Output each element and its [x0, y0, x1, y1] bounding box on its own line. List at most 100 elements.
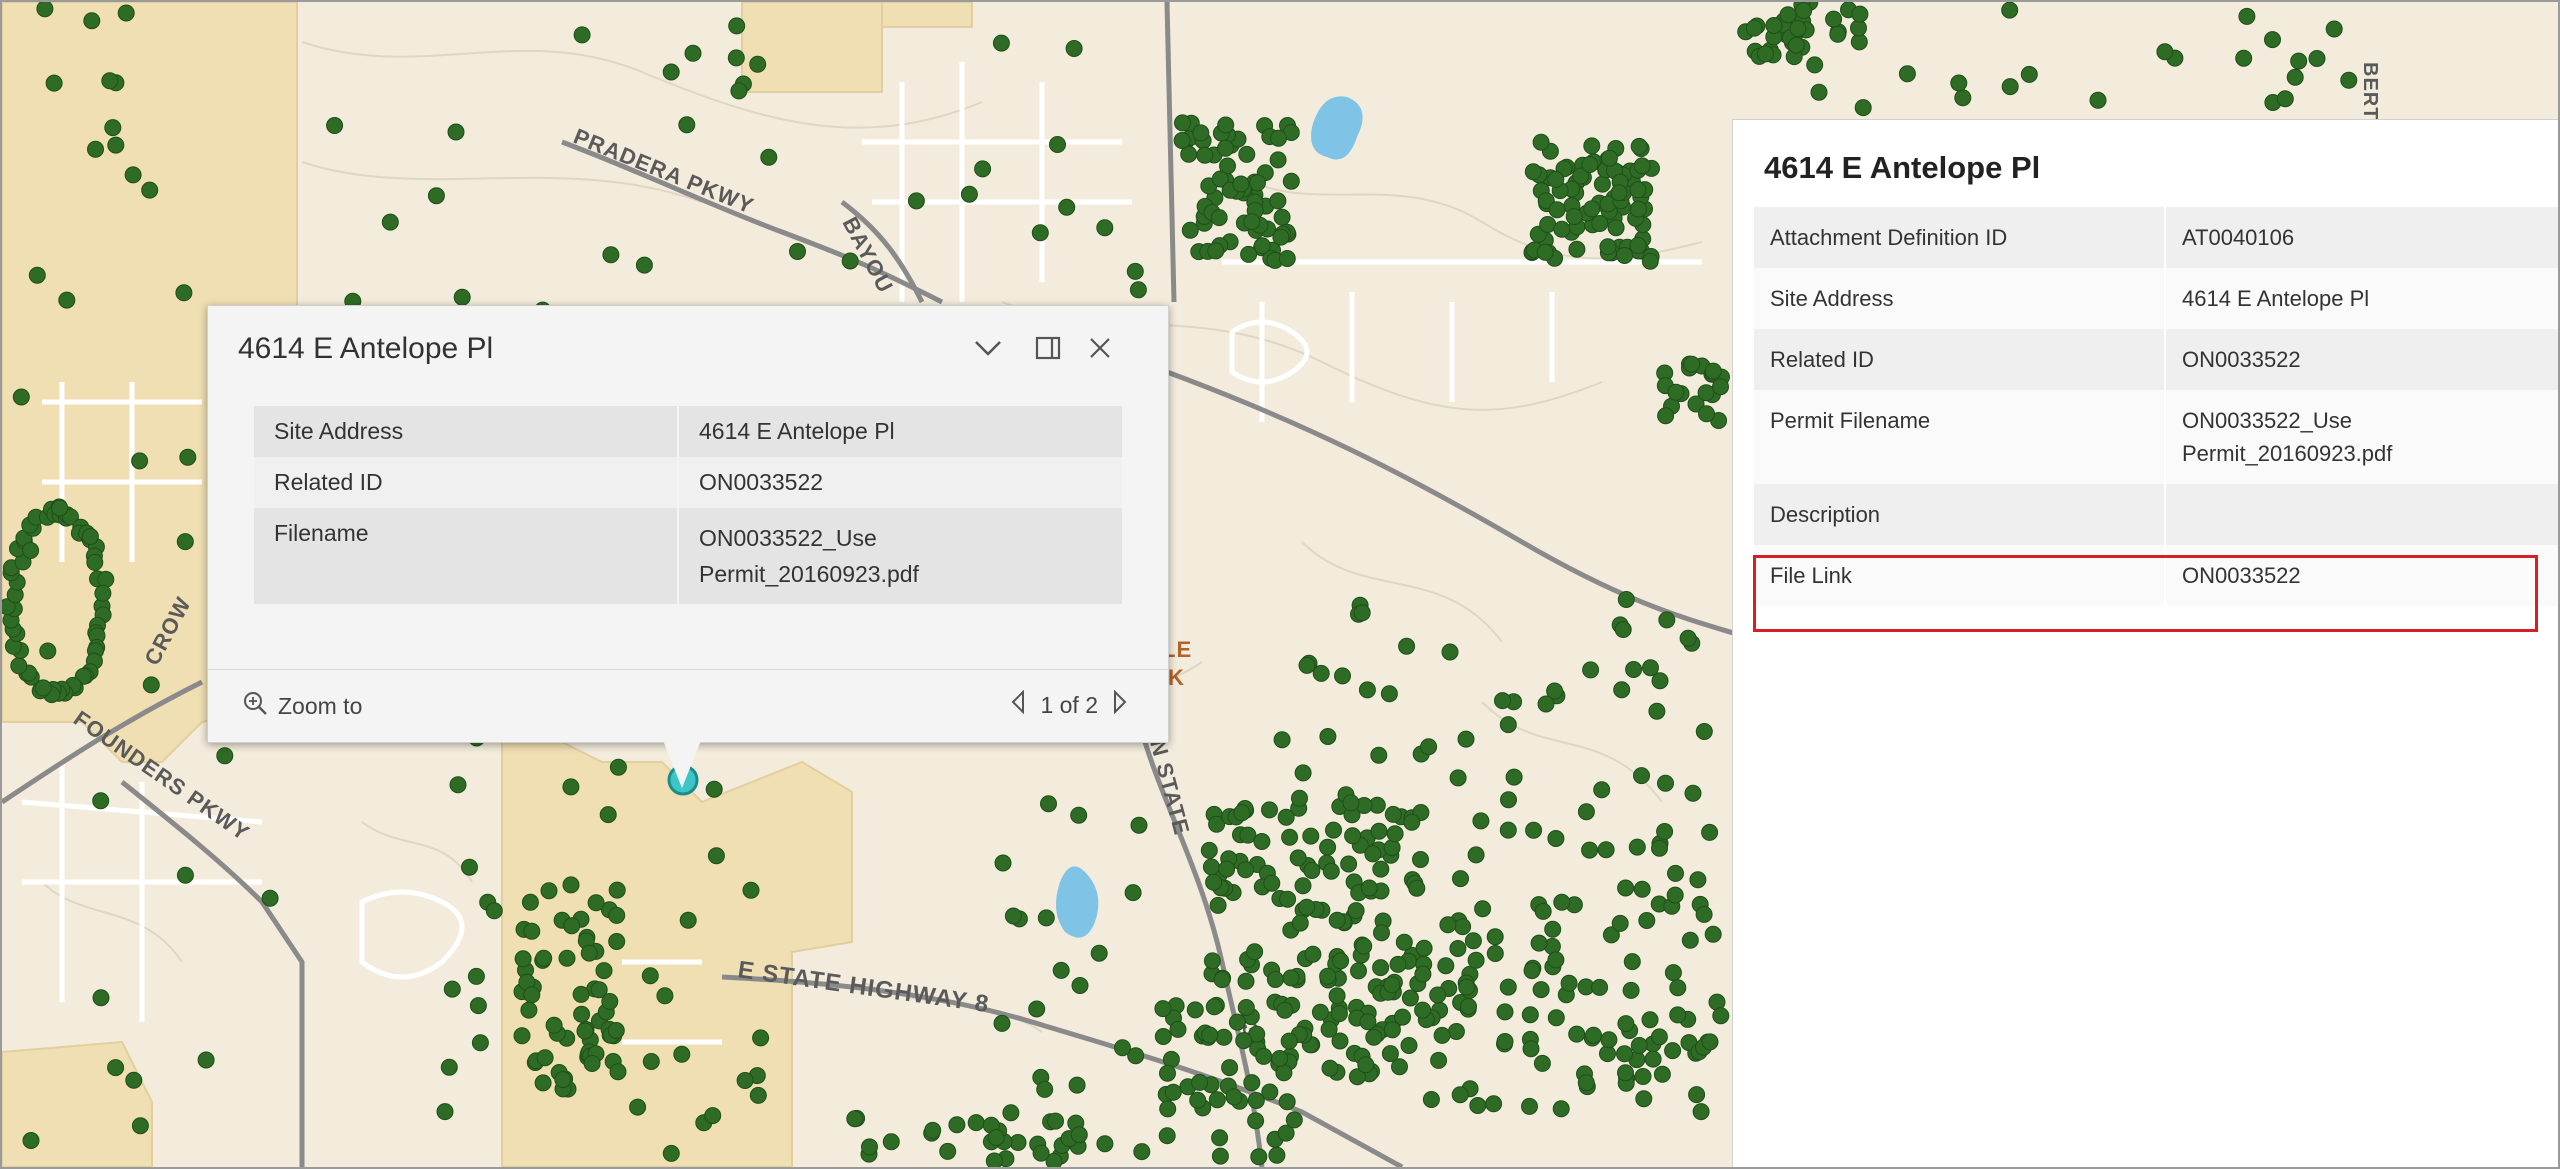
permit-point[interactable] — [1090, 944, 1108, 962]
permit-point[interactable] — [1217, 116, 1235, 134]
permit-point[interactable] — [1189, 1091, 1207, 1109]
permit-point[interactable] — [1209, 896, 1227, 914]
permit-point[interactable] — [1494, 692, 1511, 710]
permit-point[interactable] — [1641, 1011, 1659, 1029]
permit-point[interactable] — [1325, 821, 1342, 839]
permit-point[interactable] — [1328, 911, 1346, 929]
permit-point[interactable] — [1282, 969, 1300, 987]
permit-point[interactable] — [449, 776, 467, 794]
permit-point[interactable] — [1633, 880, 1651, 898]
permit-point[interactable] — [1565, 208, 1583, 226]
permit-point[interactable] — [736, 1072, 754, 1089]
permit-point[interactable] — [1159, 1100, 1177, 1118]
permit-point[interactable] — [1389, 955, 1407, 973]
permit-point[interactable] — [1613, 681, 1631, 699]
permit-point[interactable] — [1129, 281, 1147, 299]
permit-point[interactable] — [1644, 1050, 1662, 1068]
permit-point[interactable] — [1623, 953, 1641, 971]
permit-point[interactable] — [679, 911, 697, 929]
permit-point[interactable] — [1355, 937, 1373, 955]
permit-point[interactable] — [1581, 156, 1599, 173]
permit-point[interactable] — [2089, 91, 2107, 109]
permit-point[interactable] — [662, 63, 680, 81]
permit-point[interactable] — [1458, 978, 1476, 996]
permit-point[interactable] — [1689, 871, 1707, 889]
permit-point[interactable] — [469, 997, 487, 1015]
permit-point[interactable] — [1004, 907, 1022, 925]
permit-point[interactable] — [1629, 181, 1647, 199]
permit-point[interactable] — [1638, 912, 1656, 929]
permit-point[interactable] — [728, 17, 746, 35]
permit-point[interactable] — [742, 881, 760, 899]
permit-point[interactable] — [1291, 789, 1308, 807]
permit-point[interactable] — [1037, 909, 1055, 927]
permit-point[interactable] — [1383, 839, 1401, 857]
permit-point[interactable] — [609, 758, 627, 776]
permit-point[interactable] — [1181, 221, 1199, 239]
permit-point[interactable] — [12, 388, 30, 406]
permit-point[interactable] — [1548, 201, 1566, 219]
permit-point[interactable] — [1521, 1006, 1539, 1024]
permit-point[interactable] — [1568, 1025, 1586, 1043]
permit-point[interactable] — [1321, 1059, 1339, 1077]
permit-point[interactable] — [1398, 637, 1416, 655]
permit-point[interactable] — [534, 1074, 552, 1092]
permit-point[interactable] — [2340, 71, 2358, 89]
permit-point[interactable] — [447, 123, 465, 141]
permit-point[interactable] — [1225, 1088, 1243, 1106]
permit-point[interactable] — [1246, 943, 1264, 961]
permit-point[interactable] — [576, 1022, 594, 1040]
permit-point[interactable] — [1534, 902, 1552, 920]
permit-point[interactable] — [705, 780, 723, 798]
permit-point[interactable] — [443, 980, 461, 998]
permit-point[interactable] — [461, 858, 478, 876]
permit-point[interactable] — [1547, 1009, 1565, 1027]
permit-point[interactable] — [2235, 49, 2253, 67]
permit-point[interactable] — [1795, 2, 1813, 20]
permit-point[interactable] — [662, 1144, 680, 1162]
permit-point[interactable] — [673, 1045, 691, 1063]
permit-point[interactable] — [1469, 1097, 1487, 1114]
permit-point[interactable] — [471, 1034, 489, 1052]
permit-point[interactable] — [1250, 1148, 1268, 1166]
collapse-chevron-icon[interactable] — [968, 328, 1008, 368]
permit-point[interactable] — [1207, 242, 1225, 260]
permit-point[interactable] — [1173, 132, 1191, 149]
permit-point[interactable] — [1522, 1040, 1540, 1058]
permit-point[interactable] — [1040, 795, 1057, 813]
permit-point[interactable] — [1437, 957, 1455, 975]
permit-point[interactable] — [1282, 172, 1300, 190]
next-arrow-icon[interactable] — [1112, 689, 1128, 720]
permit-point[interactable] — [1237, 972, 1255, 990]
permit-point[interactable] — [1439, 916, 1457, 934]
permit-point[interactable] — [1208, 1091, 1226, 1109]
permit-point[interactable] — [1211, 1129, 1229, 1147]
permit-point[interactable] — [1271, 1050, 1289, 1067]
permit-point[interactable] — [1447, 1023, 1465, 1040]
permit-point[interactable] — [326, 117, 344, 134]
permit-point[interactable] — [523, 922, 541, 940]
permit-point[interactable] — [1464, 932, 1482, 950]
permit-point[interactable] — [1591, 215, 1609, 232]
permit-point[interactable] — [1630, 137, 1648, 155]
permit-point[interactable] — [1633, 157, 1651, 175]
permit-point[interactable] — [1547, 951, 1565, 969]
permit-point[interactable] — [2308, 50, 2326, 67]
permit-point[interactable] — [261, 889, 279, 907]
permit-point[interactable] — [1303, 862, 1321, 879]
permit-point[interactable] — [1353, 604, 1371, 622]
permit-point[interactable] — [948, 1116, 966, 1134]
permit-point[interactable] — [2156, 43, 2174, 61]
permit-point[interactable] — [1280, 1032, 1298, 1050]
permit-point[interactable] — [1403, 813, 1421, 831]
permit-point[interactable] — [1159, 1064, 1176, 1082]
permit-point[interactable] — [197, 1051, 215, 1069]
permit-point[interactable] — [752, 1029, 770, 1047]
permit-point[interactable] — [861, 1138, 878, 1156]
permit-point[interactable] — [467, 967, 485, 985]
permit-point[interactable] — [1272, 228, 1290, 246]
permit-point[interactable] — [1429, 986, 1447, 1004]
permit-point[interactable] — [81, 528, 99, 545]
permit-point[interactable] — [1525, 821, 1543, 839]
permit-point[interactable] — [1460, 998, 1477, 1015]
